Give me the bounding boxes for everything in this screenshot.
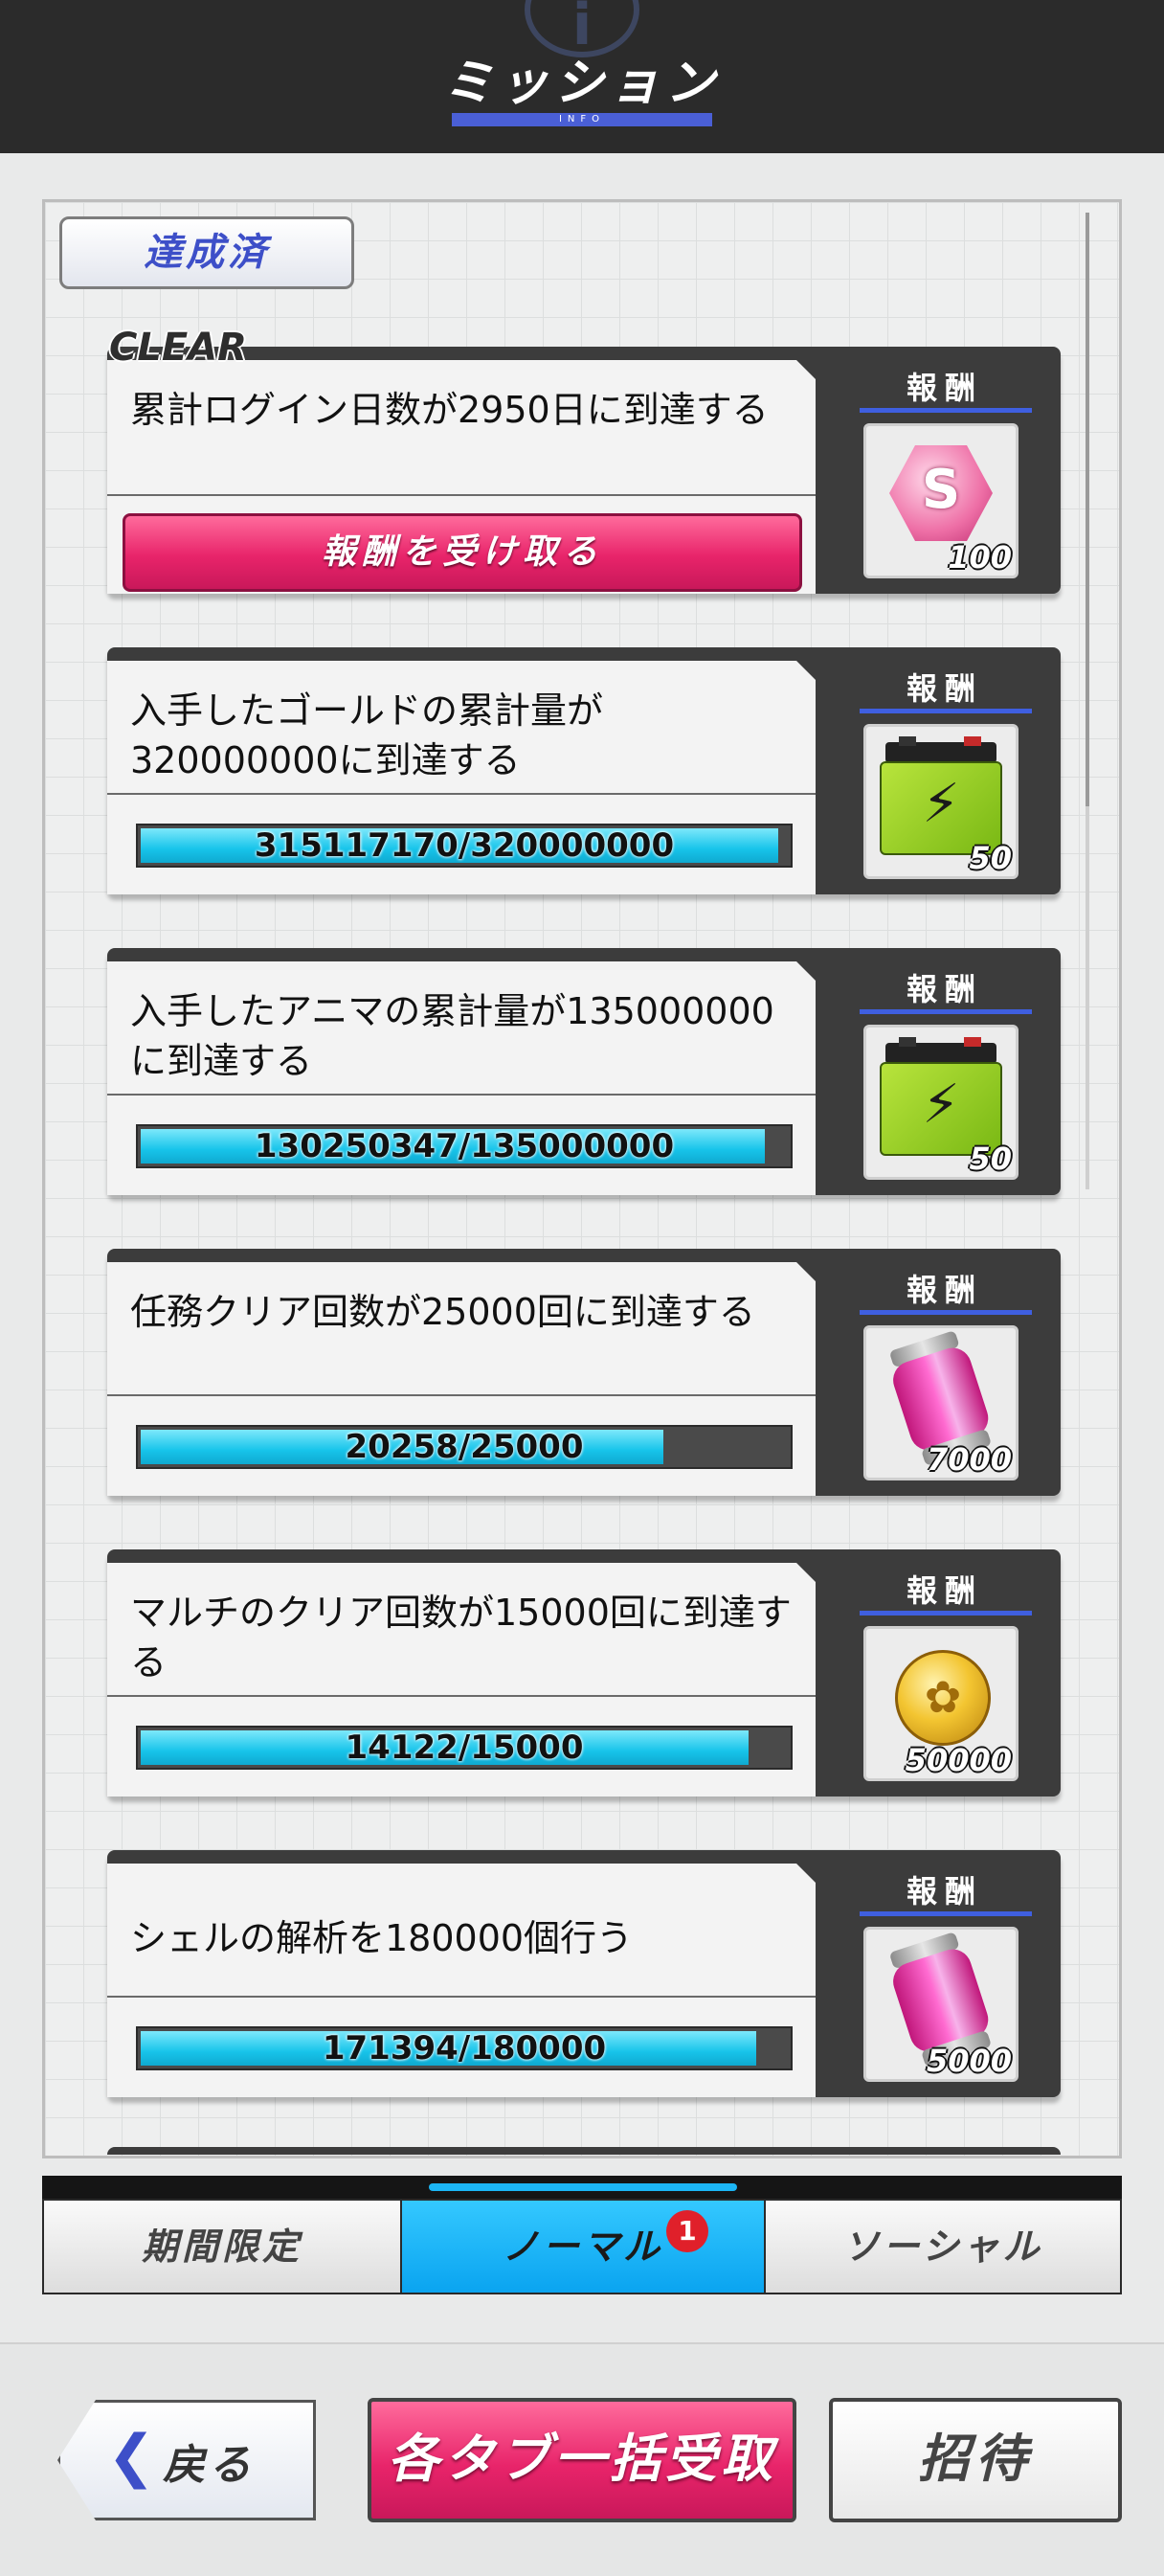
divider <box>107 494 816 496</box>
reward-label: 報酬 <box>906 370 983 406</box>
notification-badge: 1 <box>666 2210 708 2252</box>
mission-title: 累計ログイン日数が2950日に到達する <box>130 389 769 431</box>
gem-icon: S <box>889 445 993 541</box>
battery-icon: ⚡ <box>880 1037 1002 1156</box>
mission-title: 入手したゴールドの累計量が320000000に到達する <box>130 689 604 781</box>
mission-card-body: 入手したアニマの累計量が135000000に到達する 130250347/135… <box>107 961 816 1195</box>
progress-text: 20258/25000 <box>345 1428 584 1466</box>
progress-bar: 171394/180000 <box>136 2026 793 2070</box>
reward-item[interactable]: ⚡ 50 <box>863 1025 1018 1180</box>
reward-item[interactable]: ✿ 50000 <box>863 1626 1018 1781</box>
reward-item[interactable]: 7000 <box>863 1325 1018 1480</box>
progress-text: 315117170/320000000 <box>254 826 675 865</box>
reward-underline <box>860 709 1032 713</box>
mission-card: 入手したゴールドの累計量が320000000に到達する 315117170/32… <box>107 647 1061 894</box>
reward-label: 報酬 <box>906 971 983 1007</box>
mission-card-body: 任務クリア回数が25000回に到達する 20258/25000 <box>107 1262 816 1496</box>
mission-title: 任務クリア回数が25000回に到達する <box>130 1291 755 1333</box>
bulk-claim-button[interactable]: 各タブ一括受取 <box>368 2398 796 2522</box>
tab-normal[interactable]: ノーマル <box>400 2199 766 2294</box>
tab-limited[interactable]: 期間限定 <box>42 2199 402 2294</box>
gem-letter: S <box>921 459 961 521</box>
progress-text: 14122/15000 <box>345 1729 584 1767</box>
next-mission-card-peek <box>107 2147 1061 2155</box>
mission-card-body: 累計ログイン日数が2950日に到達する 報酬を受け取る <box>107 360 816 594</box>
mission-card: シェルの解析を180000個行う 171394/180000 報酬 5000 <box>107 1850 1061 2097</box>
reward-count: 50 <box>969 1141 1012 1177</box>
reward-item[interactable]: 5000 <box>863 1927 1018 2082</box>
claim-reward-button[interactable]: 報酬を受け取る <box>123 513 802 592</box>
back-button-label: 戻る <box>163 2441 255 2490</box>
mission-card: 任務クリア回数が25000回に到達する 20258/25000 報酬 7000 <box>107 1249 1061 1496</box>
reward-count: 7000 <box>926 1441 1012 1478</box>
progress-text: 171394/180000 <box>322 2029 607 2068</box>
reward-count: 100 <box>948 539 1012 576</box>
reward-underline <box>860 1611 1032 1616</box>
progress-bar: 20258/25000 <box>136 1425 793 1469</box>
progress-bar: 130250347/135000000 <box>136 1124 793 1168</box>
reward-count: 50 <box>969 840 1012 876</box>
divider <box>107 1996 816 1998</box>
tab-indicator <box>429 2183 737 2191</box>
mission-title: 入手したアニマの累計量が135000000に到達する <box>130 990 774 1082</box>
tab-social[interactable]: ソーシャル <box>764 2199 1122 2294</box>
reward-label: 報酬 <box>906 1572 983 1609</box>
progress-bar: 14122/15000 <box>136 1726 793 1770</box>
section-label-completed: 達成済 <box>59 216 354 289</box>
progress-text: 130250347/135000000 <box>254 1127 675 1165</box>
reward-underline <box>860 1310 1032 1315</box>
scrollbar-thumb[interactable] <box>1086 213 1089 806</box>
reward-item[interactable]: S 100 <box>863 423 1018 578</box>
reward-underline <box>860 408 1032 413</box>
mission-card-body: シェルの解析を180000個行う 171394/180000 <box>107 1864 816 2097</box>
mission-title: シェルの解析を180000個行う <box>130 1917 634 1959</box>
reward-count: 50000 <box>905 1742 1012 1778</box>
mission-card: マルチのクリア回数が15000回に到達する 14122/15000 報酬 ✿ 5… <box>107 1549 1061 1796</box>
header-bar: i ミッション INFO <box>0 0 1164 153</box>
chevron-left-icon: ❮ <box>107 2423 156 2490</box>
mission-title: マルチのクリア回数が15000回に到達する <box>130 1592 792 1683</box>
divider <box>107 1394 816 1396</box>
invite-button[interactable]: 招待 <box>829 2398 1122 2522</box>
reward-label: 報酬 <box>906 1272 983 1308</box>
reward-label: 報酬 <box>906 1873 983 1909</box>
divider <box>107 1695 816 1697</box>
reward-underline <box>860 1009 1032 1014</box>
battery-icon: ⚡ <box>880 736 1002 855</box>
divider <box>107 793 816 795</box>
tab-bar: 期間限定 ノーマル 1 ソーシャル <box>42 2176 1122 2300</box>
progress-bar: 315117170/320000000 <box>136 824 793 868</box>
header-subtitle: INFO <box>452 113 712 126</box>
reward-label: 報酬 <box>906 670 983 707</box>
reward-count: 5000 <box>926 2043 1012 2079</box>
tab-normal-label: ノーマル <box>502 2226 663 2268</box>
mission-card: 累計ログイン日数が2950日に到達する 報酬を受け取る CLEAR 報酬 S 1… <box>107 326 1061 594</box>
reward-underline <box>860 1911 1032 1916</box>
reward-item[interactable]: ⚡ 50 <box>863 724 1018 879</box>
coin-icon: ✿ <box>895 1650 991 1746</box>
mission-card: 入手したアニマの累計量が135000000に到達する 130250347/135… <box>107 948 1061 1195</box>
mission-card-body: 入手したゴールドの累計量が320000000に到達する 315117170/32… <box>107 661 816 894</box>
divider <box>107 1094 816 1096</box>
mission-card-body: マルチのクリア回数が15000回に到達する 14122/15000 <box>107 1563 816 1796</box>
clear-badge: CLEAR <box>109 326 247 370</box>
page-title: ミッション <box>442 55 721 112</box>
